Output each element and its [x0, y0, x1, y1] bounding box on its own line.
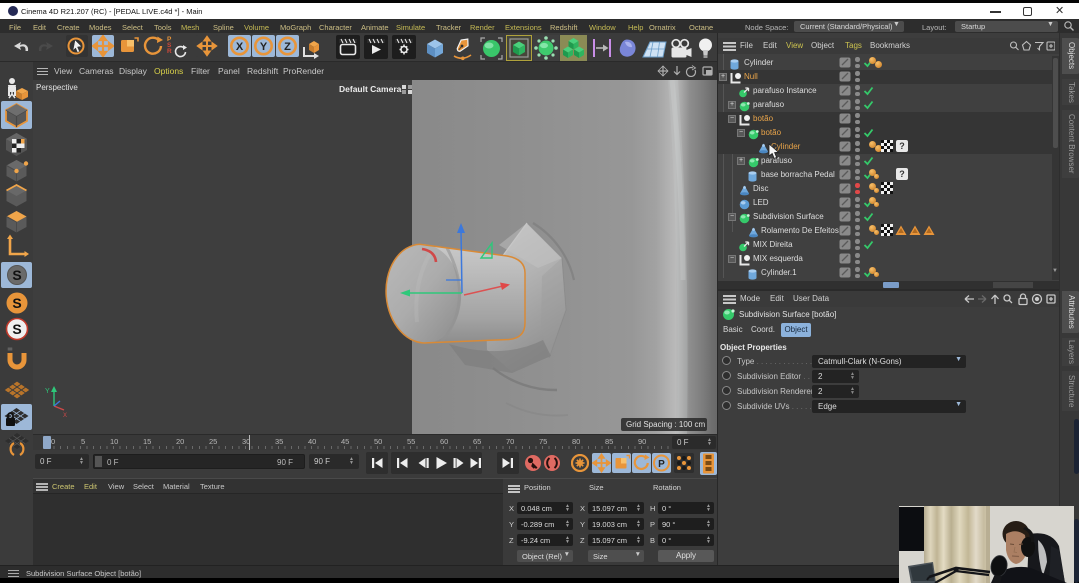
svg-text:P: P [658, 459, 665, 470]
svg-text:Y: Y [45, 388, 50, 395]
svg-text:Y: Y [260, 41, 268, 53]
svg-text:X: X [236, 41, 244, 53]
svg-text:Z: Z [284, 41, 291, 53]
svg-text:S: S [12, 267, 21, 283]
svg-text:S: S [12, 321, 21, 337]
svg-text:X: X [63, 413, 67, 419]
svg-text:S: S [12, 295, 21, 311]
